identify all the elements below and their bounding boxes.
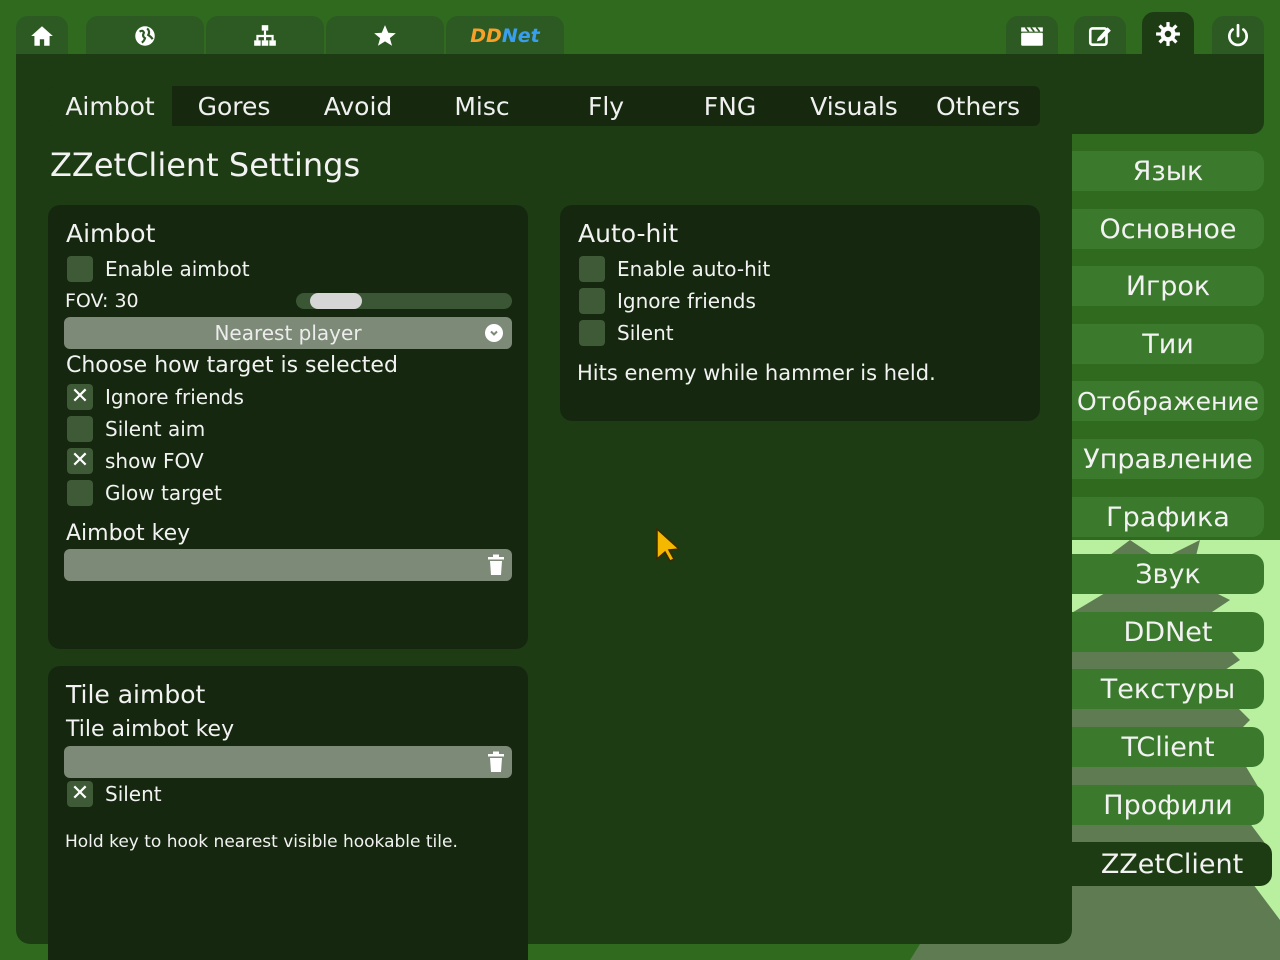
fov-label: FOV: 30 [65, 290, 139, 312]
chevron-down-icon [485, 324, 503, 342]
subtab-avoid[interactable]: Avoid [296, 86, 420, 126]
show-fov-label: show FOV [105, 449, 204, 473]
aimbot-title: Aimbot [66, 219, 156, 248]
aimbot-card: Aimbot Enable aimbot FOV: 30 Nearest pla… [48, 205, 528, 649]
power-icon [1228, 23, 1248, 47]
enable-aimbot-label: Enable aimbot [105, 257, 250, 281]
subtab-aimbot[interactable]: Aimbot [48, 86, 172, 126]
autohit-title: Auto-hit [578, 219, 679, 248]
tile-aimbot-title: Tile aimbot [66, 680, 206, 709]
subtab-misc[interactable]: Misc [420, 86, 544, 126]
panel-corner [1040, 54, 1264, 134]
ignore-friends-label: Ignore friends [105, 385, 244, 409]
trash-icon [488, 751, 504, 772]
silent-aim-checkbox[interactable] [67, 416, 93, 442]
glow-target-checkbox[interactable] [67, 480, 93, 506]
tile-aimbot-key-clear-button[interactable] [480, 746, 512, 778]
glow-target-row[interactable]: Glow target [67, 480, 222, 506]
enable-autohit-label: Enable auto-hit [617, 257, 771, 281]
tile-silent-checkbox[interactable]: ✕ [67, 781, 93, 807]
ddnet-tab[interactable]: DDNet [446, 16, 564, 56]
subtab-fng[interactable]: FNG [668, 86, 792, 126]
home-tab[interactable] [16, 16, 68, 56]
enable-autohit-row[interactable]: Enable auto-hit [579, 256, 770, 282]
aimbot-key-label: Aimbot key [66, 521, 191, 546]
sidebar-item-language[interactable]: Язык [1072, 151, 1264, 191]
show-fov-row[interactable]: ✕ show FOV [67, 448, 204, 474]
sidebar-item-assets[interactable]: Текстуры [1072, 669, 1264, 709]
zzet-subtabs: Aimbot Gores Avoid Misc Fly FNG Visuals … [48, 86, 1040, 126]
clapperboard-icon [1021, 26, 1043, 46]
star-icon [374, 25, 396, 46]
show-fov-checkbox[interactable]: ✕ [67, 448, 93, 474]
glow-target-label: Glow target [105, 481, 222, 505]
sidebar-item-ddnet[interactable]: DDNet [1072, 612, 1264, 652]
internet-tab[interactable] [86, 16, 204, 56]
ddnet-logo: DDNet [470, 25, 540, 47]
autohit-silent-row[interactable]: Silent [579, 320, 674, 346]
tile-aimbot-key-label: Tile aimbot key [66, 717, 235, 742]
sidebar-item-appearance[interactable]: Отображение [1072, 381, 1264, 421]
editor-tab[interactable] [1074, 16, 1126, 56]
page-title: ZZetClient Settings [50, 146, 361, 184]
autohit-ignore-friends-row[interactable]: Ignore friends [579, 288, 756, 314]
target-mode-dropdown[interactable]: Nearest player [64, 317, 512, 349]
enable-aimbot-row[interactable]: Enable aimbot [67, 256, 250, 282]
tile-silent-row[interactable]: ✕ Silent [67, 781, 162, 807]
trash-icon [488, 554, 504, 575]
lan-tab[interactable] [206, 16, 324, 56]
autohit-ignore-friends-checkbox[interactable] [579, 288, 605, 314]
favorites-tab[interactable] [326, 16, 444, 56]
enable-aimbot-checkbox[interactable] [67, 256, 93, 282]
quit-tab[interactable] [1212, 16, 1264, 56]
autohit-ignore-friends-label: Ignore friends [617, 289, 756, 313]
tile-aimbot-hint: Hold key to hook nearest visible hookabl… [65, 832, 458, 852]
subtab-gores[interactable]: Gores [172, 86, 296, 126]
autohit-hint: Hits enemy while hammer is held. [577, 361, 936, 385]
target-mode-value: Nearest player [214, 321, 362, 345]
ignore-friends-row[interactable]: ✕ Ignore friends [67, 384, 244, 410]
sidebar-item-player[interactable]: Игрок [1072, 266, 1264, 306]
ignore-friends-checkbox[interactable]: ✕ [67, 384, 93, 410]
fov-slider[interactable] [296, 293, 512, 309]
home-icon [31, 26, 53, 46]
cursor-icon [656, 527, 681, 562]
sidebar-item-controls[interactable]: Управление [1072, 439, 1264, 479]
tile-silent-label: Silent [105, 782, 162, 806]
sidebar-item-sound[interactable]: Звук [1072, 554, 1264, 594]
demos-tab[interactable] [1006, 16, 1058, 56]
aimbot-key-binder[interactable] [64, 549, 480, 581]
autohit-silent-label: Silent [617, 321, 674, 345]
sidebar-item-general[interactable]: Основное [1072, 209, 1264, 249]
subtab-others[interactable]: Others [916, 86, 1040, 126]
globe-icon [135, 26, 155, 46]
sidebar-item-tee[interactable]: Тии [1072, 324, 1264, 364]
network-icon [254, 25, 276, 46]
sidebar-item-tclient[interactable]: TClient [1072, 727, 1264, 767]
subtab-visuals[interactable]: Visuals [792, 86, 916, 126]
silent-aim-label: Silent aim [105, 417, 206, 441]
settings-tab[interactable] [1142, 12, 1194, 56]
sidebar-item-graphics[interactable]: Графика [1072, 497, 1264, 537]
tile-aimbot-card: Tile aimbot Tile aimbot key ✕ Silent Hol… [48, 666, 528, 960]
sidebar-item-zzetclient[interactable]: ZZetClient [1072, 842, 1272, 886]
tile-aimbot-key-binder[interactable] [64, 746, 480, 778]
silent-aim-row[interactable]: Silent aim [67, 416, 205, 442]
subtab-fly[interactable]: Fly [544, 86, 668, 126]
gear-icon [1156, 22, 1180, 46]
enable-autohit-checkbox[interactable] [579, 256, 605, 282]
sidebar-item-profiles[interactable]: Профили [1072, 785, 1264, 825]
aimbot-key-clear-button[interactable] [480, 549, 512, 581]
target-help-text: Choose how target is selected [66, 353, 398, 378]
edit-icon [1088, 27, 1111, 46]
autohit-card: Auto-hit Enable auto-hit Ignore friends … [560, 205, 1040, 421]
autohit-silent-checkbox[interactable] [579, 320, 605, 346]
fov-slider-thumb[interactable] [310, 293, 362, 309]
